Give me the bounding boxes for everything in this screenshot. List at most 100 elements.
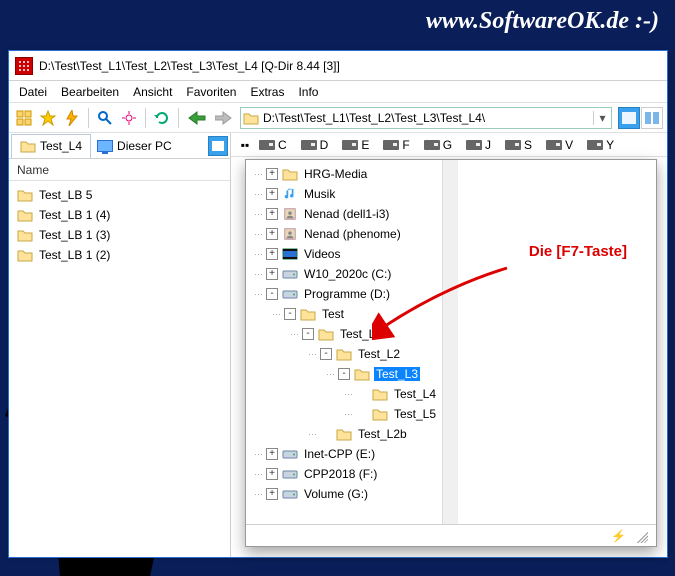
monitor-icon bbox=[97, 140, 113, 152]
tree-line: ⋯ bbox=[344, 389, 352, 400]
expand-icon[interactable]: + bbox=[266, 228, 278, 240]
expand-icon[interactable]: + bbox=[266, 248, 278, 260]
list-item[interactable]: Test_LB 1 (3) bbox=[15, 225, 224, 245]
tree-node[interactable]: ⋯-Programme (D:) bbox=[250, 284, 438, 304]
collapse-icon[interactable]: - bbox=[284, 308, 296, 320]
drive-V[interactable]: V bbox=[544, 138, 575, 152]
drive-letter: S bbox=[524, 138, 532, 152]
tree-node[interactable]: ⋯+Volume (G:) bbox=[250, 484, 438, 502]
drive-J[interactable]: J bbox=[464, 138, 493, 152]
collapse-icon[interactable]: - bbox=[266, 288, 278, 300]
tree-line: ⋯ bbox=[308, 429, 316, 440]
view-buttons bbox=[618, 107, 663, 129]
menu-extras[interactable]: Extras bbox=[250, 85, 284, 99]
tab-test-l4[interactable]: Test_L4 bbox=[11, 134, 91, 158]
menu-ansicht[interactable]: Ansicht bbox=[133, 85, 172, 99]
search-icon[interactable] bbox=[94, 107, 116, 129]
expand-icon[interactable]: + bbox=[266, 488, 278, 500]
favorites-star-icon[interactable] bbox=[37, 107, 59, 129]
drive-D[interactable]: D bbox=[299, 138, 331, 152]
tree-node[interactable]: ⋯+HRG-Media bbox=[250, 164, 438, 184]
address-input[interactable] bbox=[261, 111, 593, 125]
titlebar[interactable]: D:\Test\Test_L1\Test_L2\Test_L3\Test_L4 … bbox=[9, 51, 667, 81]
expand-icon[interactable]: + bbox=[266, 468, 278, 480]
tree-label: Test bbox=[320, 307, 346, 321]
run-bolt-icon[interactable] bbox=[61, 107, 83, 129]
list-item[interactable]: Test_LB 1 (4) bbox=[15, 205, 224, 225]
drive-letter: Y bbox=[606, 138, 614, 152]
layout-quad-icon[interactable] bbox=[13, 107, 35, 129]
expand-icon[interactable]: + bbox=[266, 448, 278, 460]
drive-Y[interactable]: Y bbox=[585, 138, 616, 152]
tree-node[interactable]: ⋯+Nenad (phenome) bbox=[250, 224, 438, 244]
drive-menu-icon[interactable]: ▪▪ bbox=[237, 137, 253, 153]
tree-label: Test_L4 bbox=[392, 387, 438, 401]
list-header[interactable]: Name bbox=[9, 159, 230, 181]
tree-node[interactable]: ⋯+Videos bbox=[250, 244, 438, 264]
drive-icon bbox=[342, 140, 358, 150]
drive-bar: ▪▪ CDEFGJ S V Y bbox=[231, 133, 667, 157]
folder-tree[interactable]: ⋯+HRG-Media⋯+Musik⋯+Nenad (dell1-i3)⋯+Ne… bbox=[246, 160, 442, 502]
tree-node[interactable]: ⋯-Test_L2 bbox=[250, 344, 438, 364]
menu-bearbeiten[interactable]: Bearbeiten bbox=[61, 85, 119, 99]
collapse-icon[interactable]: - bbox=[338, 368, 350, 380]
nav-forward-button[interactable] bbox=[212, 107, 238, 129]
address-field[interactable]: ▾ bbox=[240, 107, 612, 129]
tree-node[interactable]: ⋯+W10_2020c (C:) bbox=[250, 264, 438, 284]
drive-icon bbox=[424, 140, 440, 150]
drive-F[interactable]: F bbox=[381, 138, 411, 152]
collapse-icon[interactable]: - bbox=[320, 348, 332, 360]
tree-node[interactable]: ⋯+Inet-CPP (E:) bbox=[250, 444, 438, 464]
drive-icon bbox=[301, 140, 317, 150]
drive-G[interactable]: G bbox=[422, 138, 454, 152]
address-dropdown-icon[interactable]: ▾ bbox=[593, 111, 611, 125]
view-single-button[interactable] bbox=[618, 107, 640, 129]
tree-label: Test_L3 bbox=[374, 367, 420, 381]
drive-letter: C bbox=[278, 138, 287, 152]
menu-info[interactable]: Info bbox=[298, 85, 318, 99]
tree-node[interactable]: ⋯-Test_L1 bbox=[250, 324, 438, 344]
resize-grip-icon[interactable] bbox=[634, 529, 648, 543]
drive-E[interactable]: E bbox=[340, 138, 371, 152]
bolt-icon[interactable]: ⚡ bbox=[611, 529, 626, 543]
pane-view-button[interactable] bbox=[208, 136, 228, 156]
scrollbar[interactable] bbox=[442, 160, 458, 524]
drive-C[interactable]: C bbox=[257, 138, 289, 152]
drive-letter: V bbox=[565, 138, 573, 152]
drive-S[interactable]: S bbox=[503, 138, 534, 152]
menu-datei[interactable]: Datei bbox=[19, 85, 47, 99]
expand-icon[interactable]: + bbox=[266, 268, 278, 280]
file-list[interactable]: Test_LB 5Test_LB 1 (4)Test_LB 1 (3)Test_… bbox=[9, 181, 230, 557]
collapse-icon[interactable]: - bbox=[302, 328, 314, 340]
menu-favoriten[interactable]: Favoriten bbox=[186, 85, 236, 99]
body: Test_L4 Dieser PC Name Test_LB 5Test_LB … bbox=[9, 133, 667, 557]
separator bbox=[145, 108, 146, 128]
tree-node[interactable]: ⋯+CPP2018 (F:) bbox=[250, 464, 438, 484]
tree-node[interactable]: ⋯-Test bbox=[250, 304, 438, 324]
nav-back-button[interactable] bbox=[184, 107, 210, 129]
separator bbox=[88, 108, 89, 128]
expand-icon[interactable]: + bbox=[266, 208, 278, 220]
tree-node[interactable]: ⋯ Test_L4 bbox=[250, 384, 438, 404]
separator bbox=[178, 108, 179, 128]
expand-icon[interactable]: + bbox=[266, 168, 278, 180]
tree-node[interactable]: ⋯-Test_L3 bbox=[250, 364, 438, 384]
folder-icon bbox=[336, 347, 352, 361]
music-icon bbox=[282, 187, 298, 201]
expand-icon[interactable]: + bbox=[266, 188, 278, 200]
drive-icon bbox=[282, 287, 298, 301]
app-icon bbox=[15, 57, 33, 75]
list-item[interactable]: Test_LB 1 (2) bbox=[15, 245, 224, 265]
tree-label: Programme (D:) bbox=[302, 287, 392, 301]
tree-node[interactable]: ⋯+Nenad (dell1-i3) bbox=[250, 204, 438, 224]
list-item[interactable]: Test_LB 5 bbox=[15, 185, 224, 205]
tree-node[interactable]: ⋯+Musik bbox=[250, 184, 438, 204]
tree-node[interactable]: ⋯Test_L5 bbox=[250, 404, 438, 424]
tree-label: CPP2018 (F:) bbox=[302, 467, 379, 481]
tools-gear-icon[interactable] bbox=[118, 107, 140, 129]
refresh-icon[interactable] bbox=[151, 107, 173, 129]
tree-node[interactable]: ⋯Test_L2b bbox=[250, 424, 438, 444]
column-name[interactable]: Name bbox=[17, 163, 49, 177]
tab-this-pc[interactable]: Dieser PC bbox=[91, 139, 178, 153]
view-split-button[interactable] bbox=[641, 107, 663, 129]
